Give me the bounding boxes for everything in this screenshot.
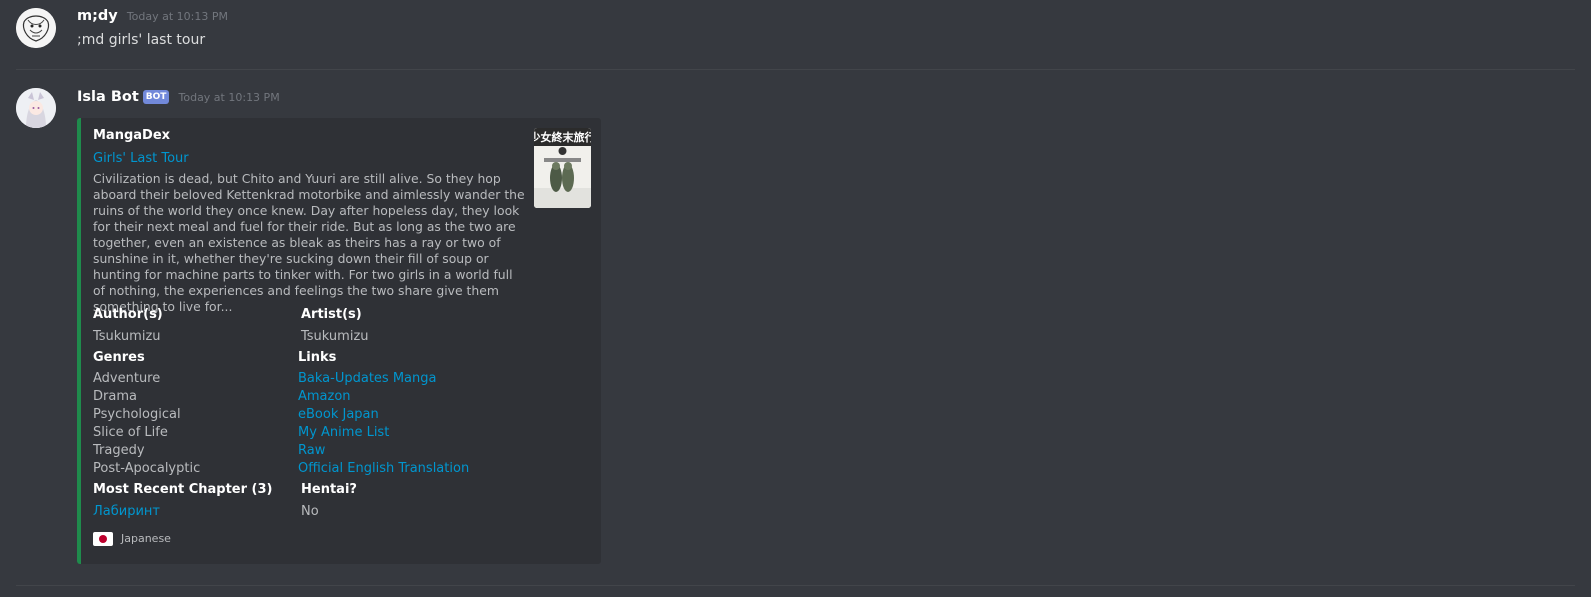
link-ebook-japan[interactable]: eBook Japan: [298, 406, 469, 424]
field-value-artists: Tsukumizu: [301, 329, 369, 344]
genres-list: Adventure Drama Psychological Slice of L…: [93, 370, 200, 478]
field-name-artists: Artist(s): [301, 307, 362, 322]
field-name-genres: Genres: [93, 350, 145, 365]
genre-item: Adventure: [93, 371, 161, 386]
bot-avatar[interactable]: [16, 88, 56, 128]
svg-text:少女終末旅行: 少女終末旅行: [534, 130, 591, 144]
field-value-hentai: No: [301, 504, 319, 519]
links-list: Baka-Updates Manga Amazon eBook Japan My…: [298, 370, 469, 478]
footer-text: Japanese: [121, 532, 171, 545]
link-amazon[interactable]: Amazon: [298, 388, 469, 406]
field-name-links: Links: [298, 350, 337, 365]
genre-item: Psychological: [93, 407, 181, 422]
recent-chapter-link[interactable]: Лабиринт: [93, 504, 160, 519]
message-divider: [16, 585, 1575, 586]
timestamp[interactable]: Today at 10:13 PM: [179, 91, 280, 104]
embed-provider: MangaDex: [93, 128, 171, 143]
username[interactable]: Isla Bot: [77, 89, 139, 105]
link-baka-updates[interactable]: Baka-Updates Manga: [298, 370, 469, 388]
embed-thumbnail[interactable]: 少女終末旅行: [534, 128, 591, 208]
message-header: m;dy Today at 10:13 PM: [77, 8, 228, 24]
avatar-drawing-icon: [16, 8, 56, 48]
field-value-authors: Tsukumizu: [93, 329, 161, 344]
user-avatar[interactable]: [16, 8, 56, 48]
field-name-hentai: Hentai?: [301, 482, 357, 497]
link-my-anime-list[interactable]: My Anime List: [298, 424, 469, 442]
genre-item: Post-Apocalyptic: [93, 461, 201, 476]
genre-item: Tragedy: [93, 443, 145, 458]
bot-badge: BOT: [142, 90, 170, 104]
genre-item: Drama: [93, 389, 137, 404]
embed-footer: Japanese: [93, 532, 171, 546]
field-name-authors: Author(s): [93, 307, 163, 322]
timestamp[interactable]: Today at 10:13 PM: [127, 10, 228, 23]
bot-avatar-image-icon: [16, 88, 56, 128]
message-divider: [16, 69, 1575, 70]
link-official-english-translation[interactable]: Official English Translation: [298, 460, 469, 478]
japan-flag-icon: [93, 532, 113, 546]
message-header: Isla Bot BOT Today at 10:13 PM: [77, 89, 280, 105]
username[interactable]: m;dy: [77, 8, 118, 24]
embed-description: Civilization is dead, but Chito and Yuur…: [93, 171, 525, 314]
message-content: ;md girls' last tour: [77, 32, 206, 48]
link-raw[interactable]: Raw: [298, 442, 469, 460]
genre-item: Slice of Life: [93, 425, 168, 440]
embed-card: MangaDex Girls' Last Tour Civilization i…: [77, 118, 601, 564]
field-name-recent-chapter: Most Recent Chapter (3): [93, 482, 273, 497]
manga-cover-thumbnail-icon: 少女終末旅行: [534, 128, 591, 208]
embed-title-link[interactable]: Girls' Last Tour: [93, 151, 189, 166]
